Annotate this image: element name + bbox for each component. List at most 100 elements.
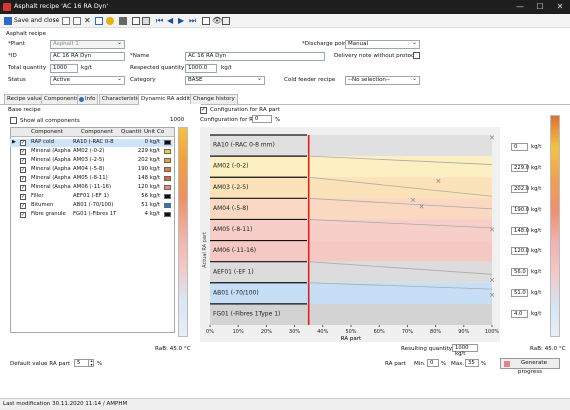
name-field[interactable]: AC 16 RA Dyn <box>185 52 325 61</box>
table-row[interactable]: ✓ Mineral (Aspha AM02 (-0-2) 229 kg/t <box>10 148 173 156</box>
tab-change-history[interactable]: Change history <box>190 94 238 104</box>
row-checkbox[interactable]: ✓ <box>20 158 26 164</box>
row-checkbox[interactable]: ✓ <box>20 185 26 191</box>
filter-icon[interactable] <box>202 17 210 25</box>
chart-band <box>210 219 492 241</box>
max-input[interactable]: 35 <box>465 359 479 367</box>
row-component: Fibre granule <box>31 211 66 217</box>
generate-progress-button[interactable]: Generate progress <box>500 358 560 375</box>
side-value-input[interactable]: 51.0 <box>511 289 528 297</box>
row-component-id: AM05 (-8-11) <box>73 175 108 181</box>
info-icon <box>79 97 84 102</box>
tab-info[interactable]: Info <box>77 94 99 104</box>
row-checkbox[interactable]: ✓ <box>20 203 26 209</box>
side-value-input[interactable]: 190.0 <box>511 206 529 214</box>
total-qty-field[interactable]: 1000 <box>50 64 78 73</box>
total-qty-label: Total quantity <box>8 65 47 71</box>
table-row[interactable]: ✓ Mineral (Aspha AM04 (-5-8) 190 kg/t <box>10 166 173 174</box>
table-row[interactable]: ✓ Mineral (Aspha AM03 (-2-5) 202 kg/t <box>10 157 173 165</box>
side-value-unit: kg/t <box>531 144 542 150</box>
col-unit[interactable]: Unit <box>144 129 155 135</box>
col-quantity[interactable]: Quantit <box>121 129 142 135</box>
delete-icon[interactable]: ✕ <box>84 17 92 25</box>
x-tick-label: 30% <box>289 329 300 335</box>
col-component-2[interactable]: Component <box>81 129 113 135</box>
table-row[interactable]: ✓ Fibre granule FG01 (-Fibres 1T 4 kg/t <box>10 211 173 219</box>
category-select[interactable]: BASE <box>185 76 265 85</box>
cold-feeder-select[interactable]: --No selection-- <box>345 76 420 85</box>
row-checkbox[interactable]: ✓ <box>20 212 26 218</box>
row-checkbox[interactable]: ✓ <box>20 140 26 146</box>
min-input[interactable]: 0 <box>427 359 439 367</box>
row-component: Mineral (Aspha <box>31 175 71 181</box>
chart-band-label: AM06 (-11-16) <box>213 247 256 254</box>
progress-point-icon: ✕ <box>489 226 495 234</box>
print-preview-icon[interactable] <box>142 17 150 25</box>
side-value-input[interactable]: 0 <box>511 143 528 151</box>
print-icon[interactable] <box>132 17 140 25</box>
row-checkbox[interactable]: ✓ <box>20 167 26 173</box>
minimize-button[interactable]: — <box>510 2 530 11</box>
side-value-input[interactable]: 229.0 <box>511 164 529 172</box>
table-row[interactable]: ✓ Filler AEF01 (-EF 1) 56 kg/t <box>10 193 173 201</box>
table-row[interactable]: ✓ Mineral (Aspha AM05 (-8-11) 148 kg/t <box>10 175 173 183</box>
row-color-swatch <box>164 149 171 154</box>
delivery-checkbox[interactable] <box>413 52 420 59</box>
maximize-button[interactable]: ☐ <box>530 2 550 11</box>
side-value-input[interactable]: 56.0 <box>511 268 528 276</box>
first-record-icon[interactable]: ⏮ <box>156 17 164 25</box>
side-value-input[interactable]: 202.0 <box>511 185 529 193</box>
side-value-input[interactable]: 148.0 <box>511 227 529 235</box>
table-row[interactable]: ✓ Mineral (Aspha AM06 (-11-16) 120 kg/t <box>10 184 173 192</box>
row-checkbox[interactable]: ✓ <box>20 149 26 155</box>
base-recipe-label: Base recipe <box>8 107 41 113</box>
row-quantity: 148 kg/t <box>137 175 160 181</box>
status-label: Status <box>8 77 26 83</box>
row-quantity: 56 kg/t <box>141 193 160 199</box>
plant-select[interactable]: Asphalt 1 <box>50 40 125 49</box>
min-label: Min. <box>414 361 426 367</box>
config-ra-input[interactable]: 0 <box>252 115 272 123</box>
side-value-unit: kg/t <box>531 228 542 234</box>
next-record-icon[interactable]: ▶ <box>178 17 186 25</box>
binoculars-icon[interactable] <box>119 17 127 25</box>
close-button[interactable]: ✕ <box>550 2 570 11</box>
chart-band-label: FG01 (-Fibres 1Type 1) <box>213 311 280 318</box>
config-ra-checkbox[interactable]: ✓ <box>200 106 207 114</box>
col-color[interactable]: Co <box>157 129 164 135</box>
tab-components[interactable]: Components <box>41 94 82 104</box>
top-value-label: 1000 <box>170 117 185 123</box>
new-icon[interactable] <box>62 17 70 25</box>
row-checkbox[interactable]: ✓ <box>20 194 26 200</box>
save-close-button[interactable]: Save and close <box>14 16 59 26</box>
col-component-1[interactable]: Component <box>31 129 63 135</box>
resp-qty-field[interactable]: 1000.0 <box>185 64 217 73</box>
default-ra-spinner[interactable]: ▴ ▾ <box>88 359 94 367</box>
row-quantity: 202 kg/t <box>137 157 160 163</box>
status-select[interactable]: Active <box>50 76 125 85</box>
ra-part-label: RA part <box>385 361 406 367</box>
layout-icon[interactable] <box>222 17 230 25</box>
row-quantity: 190 kg/t <box>137 166 160 172</box>
save-icon[interactable] <box>4 17 12 25</box>
previous-record-icon[interactable]: ◀ <box>167 17 175 25</box>
side-value-input[interactable]: 120.0 <box>511 247 529 255</box>
table-row[interactable]: ✓ Bitumen AB01 (-70/100) 51 kg/t <box>10 202 173 210</box>
resulting-field[interactable]: 1000 kg/t <box>452 344 478 357</box>
row-checkbox[interactable]: ✓ <box>20 176 26 182</box>
view-icon[interactable]: 👁 <box>212 17 222 25</box>
row-component-id: AM02 (-0-2) <box>73 148 105 154</box>
show-all-checkbox[interactable] <box>10 117 17 124</box>
row-component: RAP cold <box>31 139 54 145</box>
edit-icon[interactable] <box>95 17 103 25</box>
last-record-icon[interactable]: ⏭ <box>189 17 197 25</box>
table-row[interactable]: ▶ ✓ RAP cold RA10 (-RAC 0-8 0 kg/t <box>10 139 173 147</box>
tab-info-label: Info <box>85 96 96 102</box>
discharge-select[interactable]: Manual <box>345 40 420 49</box>
help-icon[interactable] <box>106 17 114 25</box>
side-value-input[interactable]: 4.0 <box>511 310 528 318</box>
copy-icon[interactable] <box>73 17 81 25</box>
id-field[interactable]: AC 16 RA Dyn <box>50 52 125 61</box>
x-tick-label: 0% <box>206 329 214 335</box>
x-tick-label: 70% <box>402 329 413 335</box>
